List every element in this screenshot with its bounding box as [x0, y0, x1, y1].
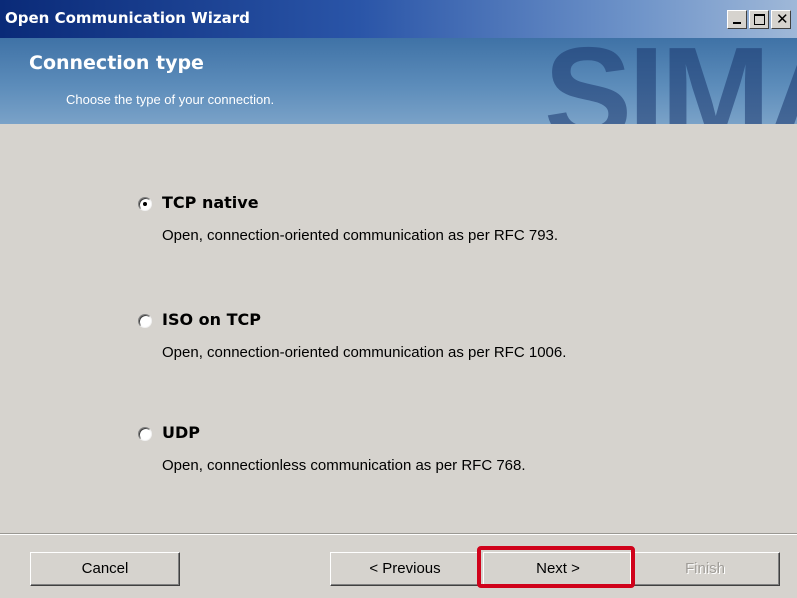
close-icon[interactable]: ✕ — [771, 10, 791, 29]
previous-button[interactable]: < Previous — [330, 552, 480, 586]
header-banner: SIMA Connection type Choose the type of … — [0, 38, 797, 124]
page-title: Connection type — [29, 52, 204, 74]
minimize-icon[interactable] — [727, 10, 747, 29]
option-label[interactable]: UDP — [162, 423, 200, 442]
page-subtitle: Choose the type of your connection. — [66, 92, 275, 107]
next-highlight-box — [477, 546, 635, 588]
option-label[interactable]: ISO on TCP — [162, 310, 261, 329]
option-udp[interactable]: UDP Open, connectionless communication a… — [138, 423, 698, 483]
window-title: Open Communication Wizard — [5, 9, 250, 27]
option-description: Open, connection-oriented communication … — [162, 227, 559, 244]
maximize-icon[interactable] — [749, 10, 769, 29]
radio-iso-on-tcp[interactable] — [138, 314, 152, 328]
radio-udp[interactable] — [138, 427, 152, 441]
footer-separator — [0, 533, 797, 535]
option-label[interactable]: TCP native — [162, 193, 259, 212]
siemens-watermark: SIMA — [544, 38, 797, 124]
option-tcp-native[interactable]: TCP native Open, connection-oriented com… — [138, 193, 698, 253]
title-bar[interactable]: Open Communication Wizard ✕ — [0, 0, 797, 38]
finish-button: Finish — [630, 552, 780, 586]
option-description: Open, connection-oriented communication … — [162, 344, 567, 361]
wizard-window: Open Communication Wizard ✕ SIMA Connect… — [0, 0, 797, 598]
radio-tcp-native[interactable] — [138, 197, 152, 211]
option-description: Open, connectionless communication as pe… — [162, 457, 526, 474]
close-glyph: ✕ — [776, 10, 789, 28]
cancel-button[interactable]: Cancel — [30, 552, 180, 586]
option-iso-on-tcp[interactable]: ISO on TCP Open, connection-oriented com… — [138, 310, 698, 370]
